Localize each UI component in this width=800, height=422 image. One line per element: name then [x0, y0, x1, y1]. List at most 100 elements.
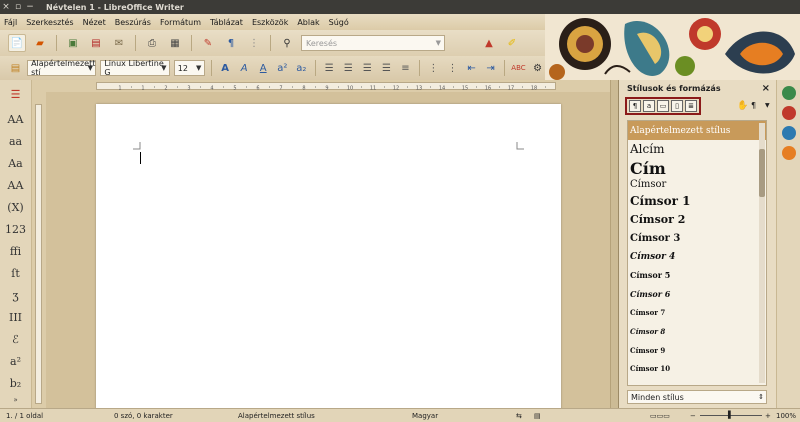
close-window-icon[interactable]: ×	[0, 2, 12, 12]
style-item-heading-4[interactable]: Címsor 4	[628, 247, 766, 266]
style-item-heading-3[interactable]: Címsor 3	[628, 229, 766, 248]
superscript-icon[interactable]: a²	[275, 59, 290, 77]
char-parentheses[interactable]: (X)	[0, 196, 31, 218]
decrease-indent-icon[interactable]: ⇤	[464, 59, 479, 77]
char-subscript[interactable]: b₂	[0, 372, 31, 394]
search-dropdown-icon[interactable]: ▼	[436, 39, 441, 47]
style-item-heading-6[interactable]: Címsor 6	[628, 285, 766, 304]
scrollbar-thumb[interactable]	[759, 149, 765, 197]
char-ligature[interactable]: ffi	[0, 240, 31, 262]
selection-mode-icon[interactable]: ⇆	[516, 412, 522, 420]
character-styles-icon[interactable]: a	[643, 100, 655, 112]
export-pdf-icon[interactable]: ▤	[87, 34, 105, 52]
line-spacing-icon[interactable]: ≡	[398, 59, 413, 77]
italic-icon[interactable]: A	[237, 59, 252, 77]
menu-window[interactable]: Ablak	[297, 18, 319, 27]
chevron-down-icon[interactable]: ▼	[159, 61, 169, 75]
menu-edit[interactable]: Szerkesztés	[26, 18, 73, 27]
highlight-icon[interactable]: ✐	[503, 34, 521, 52]
justify-icon[interactable]: ☰	[379, 59, 394, 77]
vertical-ruler[interactable]	[32, 80, 46, 408]
chevron-down-icon[interactable]: ▼	[85, 61, 95, 75]
bullet-list-icon[interactable]: ⋮	[445, 59, 460, 77]
style-item-heading-9[interactable]: Címsor 9	[628, 341, 766, 360]
char-ezh[interactable]: ʒ	[0, 284, 31, 306]
char-smallcaps[interactable]: AA	[0, 108, 31, 130]
document-area[interactable]	[46, 92, 610, 414]
menu-format[interactable]: Formátum	[160, 18, 201, 27]
new-style-icon[interactable]: ¶	[751, 101, 756, 110]
char-roman-numerals[interactable]: III	[0, 306, 31, 328]
restore-window-icon[interactable]: ▫	[12, 2, 24, 12]
style-item-subtitle[interactable]: Alcím	[628, 140, 766, 159]
char-long-s[interactable]: ſt	[0, 262, 31, 284]
menu-tools[interactable]: Eszközök	[252, 18, 288, 27]
zoom-slider-thumb[interactable]: ▌	[728, 411, 733, 419]
style-filter-select[interactable]: Minden stílus ⇕	[627, 390, 767, 404]
style-item-heading-8[interactable]: Címsor 8	[628, 322, 766, 341]
style-actions-icon[interactable]: ▼	[765, 102, 770, 109]
paragraph-styles-icon[interactable]: ¶	[629, 100, 641, 112]
page-style[interactable]: Alapértelmezett stílus	[238, 412, 315, 420]
gallery-icon[interactable]	[781, 126, 796, 140]
paragraph-style-select[interactable]: Alapértelmezett stí ▼	[27, 59, 97, 77]
style-item-heading[interactable]: Címsor	[628, 177, 766, 191]
menu-file[interactable]: Fájl	[4, 18, 17, 27]
char-swash[interactable]: ℰ	[0, 328, 31, 350]
char-oldstyle-numbers[interactable]: 123	[0, 218, 31, 240]
align-left-icon[interactable]: ☰	[322, 59, 337, 77]
style-list[interactable]: Alapértelmezett stílus Alcím Cím Címsor …	[627, 120, 767, 386]
align-right-icon[interactable]: ☰	[360, 59, 375, 77]
menu-table[interactable]: Táblázat	[210, 18, 243, 27]
style-item-heading-7[interactable]: Címsor 7	[628, 304, 766, 323]
zoom-out-icon[interactable]: −	[690, 412, 696, 420]
page-count[interactable]: 1. / 1 oldal	[6, 412, 43, 420]
style-item-heading-5[interactable]: Címsor 5	[628, 266, 766, 285]
word-count[interactable]: 0 szó, 0 karakter	[114, 412, 173, 420]
horizontal-ruler[interactable]: 1 1 2 3 4 5 6 7 8 9 10 11 12 13 14 15 16 17 18	[46, 80, 610, 92]
find-icon[interactable]: ⚲	[278, 34, 296, 52]
increase-indent-icon[interactable]: ⇥	[483, 59, 498, 77]
minimize-window-icon[interactable]: −	[24, 2, 36, 12]
print-preview-icon[interactable]: ▦	[166, 34, 184, 52]
language[interactable]: Magyar	[412, 412, 438, 420]
style-list-scrollbar[interactable]	[759, 123, 765, 383]
sidebar-splitter[interactable]	[610, 80, 618, 408]
zoom-level[interactable]: 100%	[776, 412, 796, 420]
email-icon[interactable]: ✉	[110, 34, 128, 52]
zoom-in-icon[interactable]: +	[765, 412, 771, 420]
document-page[interactable]	[96, 104, 561, 414]
char-superscript[interactable]: a²	[0, 350, 31, 372]
styles-deck-icon[interactable]	[781, 106, 796, 120]
close-panel-icon[interactable]: ×	[762, 83, 770, 94]
menu-view[interactable]: Nézet	[83, 18, 106, 27]
chevron-down-icon[interactable]: ▼	[194, 61, 204, 75]
menu-insert[interactable]: Beszúrás	[115, 18, 151, 27]
print-icon[interactable]: ⎙	[143, 34, 161, 52]
align-center-icon[interactable]: ☰	[341, 59, 356, 77]
menu-help[interactable]: Súgó	[329, 18, 349, 27]
view-layout-icon[interactable]: ▭▭▭	[650, 412, 670, 420]
text-icon[interactable]: ☰	[0, 80, 31, 108]
page-styles-icon[interactable]: ▯	[671, 100, 683, 112]
fill-format-icon[interactable]: ✋	[737, 101, 748, 111]
properties-icon[interactable]	[781, 86, 796, 100]
open-folder-icon[interactable]: ▰	[31, 34, 49, 52]
list-styles-icon[interactable]: ≣	[685, 100, 697, 112]
char-titlecase[interactable]: Aa	[0, 152, 31, 174]
font-size-select[interactable]: 12 ▼	[173, 60, 205, 76]
bold-icon[interactable]: A	[218, 59, 233, 77]
styles-icon[interactable]: ▤	[8, 59, 23, 77]
style-item-heading-2[interactable]: Címsor 2	[628, 210, 766, 229]
insert-chart-icon[interactable]: ▲	[480, 34, 498, 52]
more-icon[interactable]: »	[0, 394, 31, 406]
grid-icon[interactable]: ⋮	[245, 34, 263, 52]
spellcheck-icon[interactable]: ABC	[511, 59, 526, 77]
new-document-icon[interactable]: 📄	[8, 34, 26, 52]
underline-icon[interactable]: A	[256, 59, 271, 77]
numbered-list-icon[interactable]: ⋮	[426, 59, 441, 77]
subscript-icon[interactable]: a₂	[294, 59, 309, 77]
style-item-heading-10[interactable]: Címsor 10	[628, 360, 766, 379]
frame-styles-icon[interactable]: ▭	[657, 100, 669, 112]
style-item-default[interactable]: Alapértelmezett stílus	[628, 121, 766, 140]
